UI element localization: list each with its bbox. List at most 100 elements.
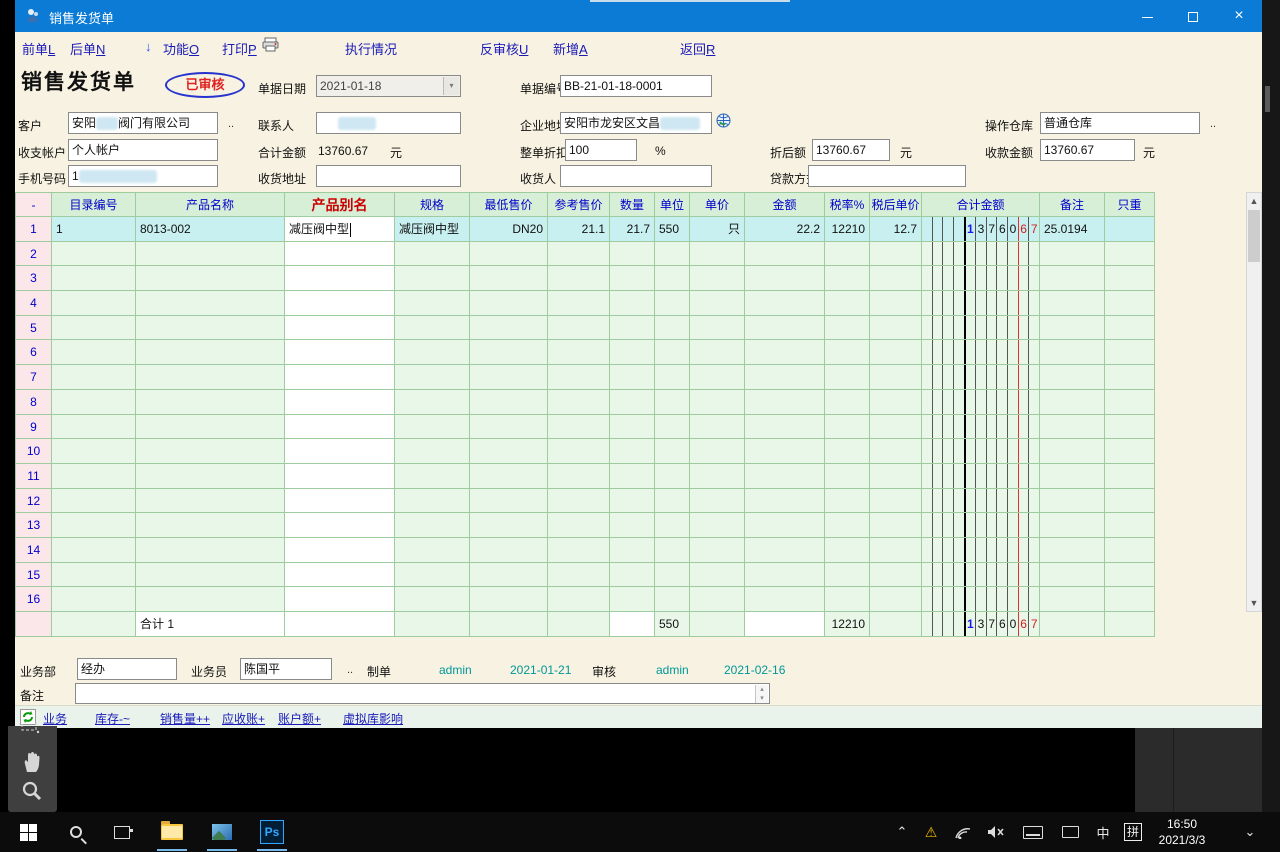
table-cell[interactable]: [52, 563, 136, 588]
table-cell[interactable]: [870, 316, 922, 341]
table-cell[interactable]: [922, 340, 1040, 365]
table-cell[interactable]: [655, 390, 690, 415]
table-cell[interactable]: [655, 538, 690, 563]
table-cell[interactable]: [136, 464, 285, 489]
mini-scrollbar[interactable]: [1265, 86, 1270, 112]
table-cell[interactable]: [610, 390, 655, 415]
table-cell[interactable]: [285, 316, 395, 341]
table-cell[interactable]: [52, 415, 136, 440]
table-cell[interactable]: [870, 266, 922, 291]
table-cell[interactable]: [825, 266, 870, 291]
table-cell[interactable]: [610, 266, 655, 291]
table-cell[interactable]: [745, 587, 825, 612]
table-cell[interactable]: DN20: [470, 217, 548, 242]
table-cell[interactable]: [655, 439, 690, 464]
table-cell[interactable]: [52, 266, 136, 291]
table-cell[interactable]: [470, 291, 548, 316]
table-cell[interactable]: [610, 563, 655, 588]
table-cell[interactable]: [745, 489, 825, 514]
table-cell[interactable]: [610, 489, 655, 514]
table-cell[interactable]: [470, 242, 548, 267]
table-cell[interactable]: [470, 464, 548, 489]
row-number[interactable]: 10: [15, 439, 52, 464]
prev-doc-button[interactable]: 前单L: [22, 39, 55, 58]
unaudit-button[interactable]: 反审核U: [480, 39, 528, 58]
table-cell[interactable]: [870, 340, 922, 365]
table-cell[interactable]: [610, 340, 655, 365]
after-discount-field[interactable]: 13760.67: [812, 139, 890, 161]
row-number[interactable]: 14: [15, 538, 52, 563]
table-cell[interactable]: [395, 242, 470, 267]
table-cell[interactable]: [825, 513, 870, 538]
table-cell[interactable]: [1040, 242, 1105, 267]
table-cell[interactable]: [870, 415, 922, 440]
start-button[interactable]: [8, 812, 48, 852]
customer-field[interactable]: 安阳阀门有限公司: [68, 112, 218, 134]
table-cell[interactable]: [745, 538, 825, 563]
ime-mode-indicator[interactable]: 拼: [1120, 812, 1146, 852]
spinner-icon[interactable]: ▴▾: [755, 685, 768, 703]
table-cell[interactable]: [548, 415, 610, 440]
table-cell[interactable]: [870, 242, 922, 267]
signal-icon[interactable]: [950, 812, 976, 852]
table-cell[interactable]: [922, 316, 1040, 341]
table-cell[interactable]: [870, 365, 922, 390]
table-cell[interactable]: [395, 489, 470, 514]
table-cell[interactable]: [136, 340, 285, 365]
status-link-receivable[interactable]: 应收账+: [222, 710, 265, 727]
table-cell[interactable]: [870, 563, 922, 588]
table-cell[interactable]: [922, 365, 1040, 390]
table-cell[interactable]: [136, 538, 285, 563]
status-link-salesvol[interactable]: 销售量++: [160, 710, 210, 727]
table-cell[interactable]: [470, 316, 548, 341]
table-cell[interactable]: [655, 464, 690, 489]
table-cell[interactable]: [870, 390, 922, 415]
table-cell[interactable]: [136, 587, 285, 612]
photos-app-icon[interactable]: [202, 812, 242, 852]
table-cell[interactable]: [285, 291, 395, 316]
table-cell[interactable]: [1105, 217, 1155, 242]
table-cell[interactable]: [1105, 489, 1155, 514]
row-number[interactable]: 3: [15, 266, 52, 291]
table-cell[interactable]: [825, 464, 870, 489]
table-cell[interactable]: [870, 513, 922, 538]
table-cell[interactable]: [1105, 587, 1155, 612]
table-cell[interactable]: 21.7: [610, 217, 655, 242]
delivery-address-field[interactable]: [316, 165, 461, 187]
touchpad-icon[interactable]: [1056, 812, 1084, 852]
table-cell[interactable]: [690, 291, 745, 316]
table-cell[interactable]: [548, 242, 610, 267]
table-cell[interactable]: [1040, 266, 1105, 291]
table-cell[interactable]: [922, 439, 1040, 464]
table-cell[interactable]: [745, 390, 825, 415]
row-number[interactable]: 9: [15, 415, 52, 440]
notification-icon[interactable]: ⌄: [1238, 812, 1262, 852]
table-cell[interactable]: [1040, 365, 1105, 390]
table-cell[interactable]: 减压阀中型: [395, 217, 470, 242]
dept-field[interactable]: 经办: [77, 658, 177, 680]
table-cell[interactable]: [690, 489, 745, 514]
table-cell[interactable]: [825, 563, 870, 588]
row-number[interactable]: 5: [15, 316, 52, 341]
table-cell[interactable]: [1040, 464, 1105, 489]
add-new-button[interactable]: 新增A: [553, 39, 588, 58]
row-number[interactable]: 1: [15, 217, 52, 242]
table-cell[interactable]: [136, 242, 285, 267]
table-cell[interactable]: [395, 291, 470, 316]
table-cell[interactable]: [285, 439, 395, 464]
table-cell[interactable]: [52, 365, 136, 390]
table-cell[interactable]: [395, 563, 470, 588]
table-cell[interactable]: [548, 439, 610, 464]
table-cell[interactable]: [470, 563, 548, 588]
table-cell[interactable]: [610, 538, 655, 563]
table-cell[interactable]: [548, 464, 610, 489]
table-cell[interactable]: [548, 266, 610, 291]
table-cell[interactable]: [395, 266, 470, 291]
table-cell[interactable]: [655, 587, 690, 612]
salesman-field[interactable]: 陈国平: [240, 658, 332, 680]
table-cell[interactable]: [922, 538, 1040, 563]
table-cell[interactable]: 12.7: [870, 217, 922, 242]
table-cell[interactable]: [52, 242, 136, 267]
table-cell[interactable]: 减压阀中型: [285, 217, 395, 242]
table-cell[interactable]: [285, 340, 395, 365]
